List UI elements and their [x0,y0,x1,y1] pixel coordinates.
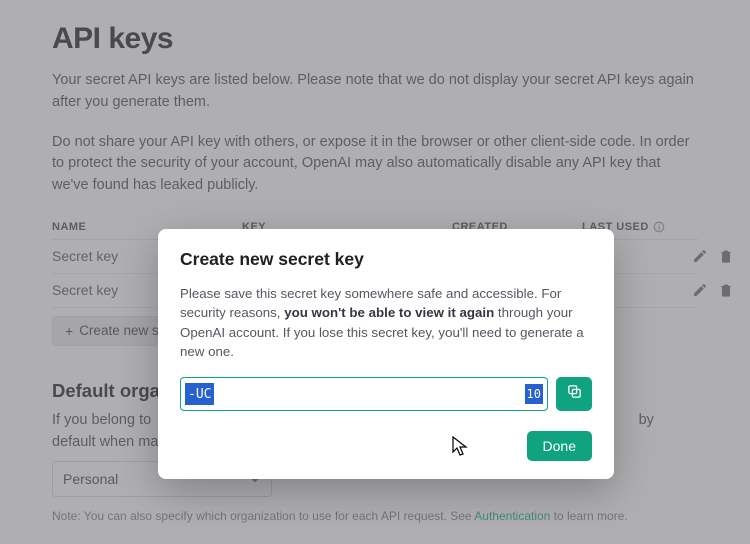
copy-button[interactable] [556,377,592,411]
create-secret-key-modal: Create new secret key Please save this s… [158,229,614,479]
done-button[interactable]: Done [527,431,592,461]
secret-key-selection-right: 10 [525,384,543,404]
modal-footer: Done [180,431,592,461]
modal-body-bold: you won't be able to view it again [284,305,494,320]
copy-icon [566,383,583,405]
secret-key-selection-left: -UC [185,383,214,405]
secret-key-row: -UC 10 [180,377,592,411]
modal-body: Please save this secret key somewhere sa… [180,284,592,361]
secret-key-input[interactable]: -UC 10 [180,377,548,411]
modal-title: Create new secret key [180,249,592,270]
